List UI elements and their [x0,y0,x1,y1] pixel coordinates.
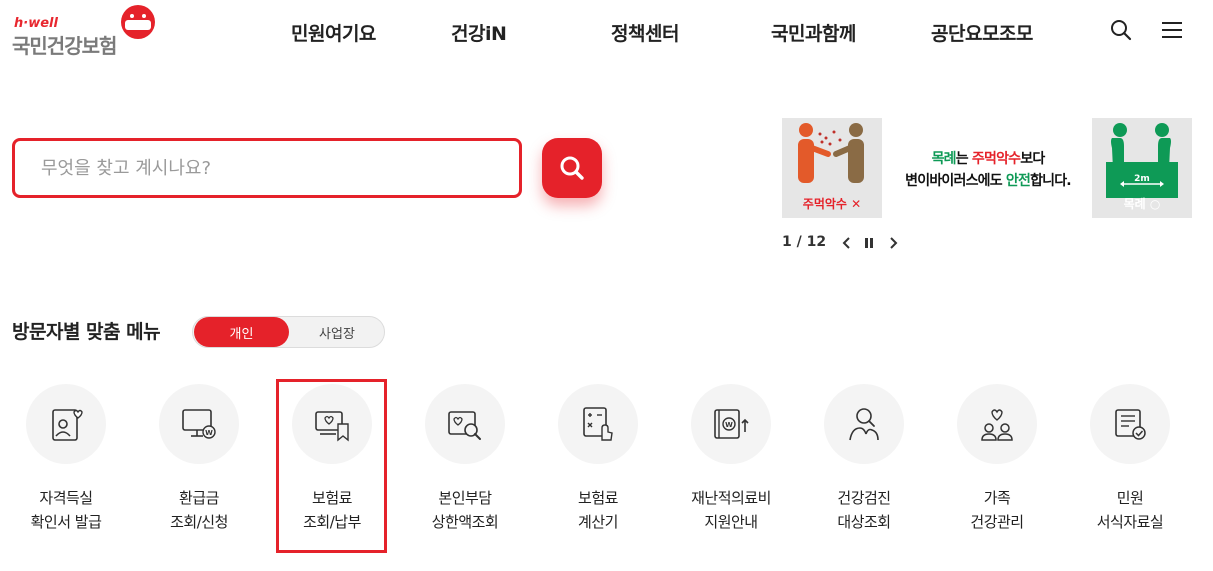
banner-fist-bump-image: 주먹악수 ✕ [782,118,882,218]
person-search-icon [849,408,879,441]
banner-word-safe: 안전 [1005,173,1031,189]
mascot-icon [121,5,155,39]
search-input[interactable] [15,141,519,195]
service-catastrophic-medical[interactable]: W 재난적의료비지원안내 [665,384,797,544]
service-copay-limit[interactable]: 본인부담상한액조회 [399,384,531,544]
service-label-line2: 대상조회 [837,513,891,531]
service-label: 건강검진대상조회 [798,486,930,534]
section-title: 방문자별 맞춤 메뉴 [12,321,161,343]
nav-item-minwon[interactable]: 민원여기요 [291,19,376,46]
audience-toggle: 개인 사업장 [192,316,385,348]
service-label-line1: 민원 [1116,489,1144,507]
service-label-line1: 가족 [983,489,1011,507]
service-label-line1: 본인부담 [438,489,492,507]
fist-bump-icon [798,123,864,183]
service-label: 환급금조회/신청 [133,486,265,534]
service-label: 재난적의료비지원안내 [665,486,797,534]
book-won-icon: W [714,409,749,439]
service-label-line1: 자격득실 [39,489,93,507]
banner-right-caption: 목례 ○ [1123,197,1161,211]
service-label-line2: 상한액조회 [431,513,499,531]
banner-text-part: 보다 [1020,151,1045,167]
bow-icon: 2m [1106,123,1178,198]
nav-item-about[interactable]: 공단요모조모 [931,19,1033,46]
service-label-line1: 건강검진 [837,489,891,507]
service-label: 자격득실확인서 발급 [0,486,132,534]
banner-word-fist: 주먹악수 [971,151,1021,167]
calculator-icon [583,407,613,441]
campaign-banner[interactable]: 주먹악수 ✕ 목례는 주먹악수보다 변이바이러스에도 안전합니다. 2m 목례 … [782,118,1192,218]
logo-main-text: 국민건강보험 [12,34,117,58]
service-label-line1: 보험료 [578,489,618,507]
service-icon-bg [957,384,1037,464]
nav-item-health-in[interactable]: 건강iN [451,19,507,46]
service-qualification-certificate[interactable]: 자격득실확인서 발급 [0,384,132,544]
toggle-business[interactable]: 사업장 [289,317,385,347]
svg-text:W: W [725,421,733,429]
banner-message: 목례는 주먹악수보다 변이바이러스에도 안전합니다. [886,148,1090,192]
distance-label: 2m [1134,174,1150,184]
service-forms-library[interactable]: 민원서식자료실 [1064,384,1196,544]
document-check-icon [1115,409,1146,440]
service-icon-bg: W [691,384,771,464]
service-label-line1: 재난적의료비 [691,489,771,507]
service-label-line2: 계산기 [578,513,618,531]
service-label-line2: 서식자료실 [1096,513,1164,531]
banner-text-part: 는 [955,151,972,167]
service-icon-bg [26,384,106,464]
chevron-right-icon[interactable] [886,236,900,250]
nav-item-with-citizens[interactable]: 국민과함께 [771,19,856,46]
service-premium-calculator[interactable]: 보험료계산기 [532,384,664,544]
family-heart-icon [981,409,1013,441]
service-icon-bg: W [159,384,239,464]
service-label: 본인부담상한액조회 [399,486,531,534]
toggle-individual[interactable]: 개인 [194,317,289,347]
service-label-line1: 환급금 [179,489,219,507]
service-label-line2: 확인서 발급 [30,513,102,531]
hamburger-menu-icon[interactable] [1160,18,1184,42]
service-label-line2: 조회/신청 [170,513,228,531]
banner-left-caption: 주먹악수 ✕ [802,197,862,211]
logo-hwell-text: h·well [14,16,58,31]
id-card-icon [52,409,83,441]
service-health-checkup[interactable]: 건강검진대상조회 [798,384,930,544]
service-label-line2: 지원안내 [704,513,758,531]
banner-text-part: 변이바이러스에도 [905,173,1006,189]
service-icon-bg [1090,384,1170,464]
search-icon [560,156,584,180]
nav-item-policy-center[interactable]: 정책센터 [611,19,679,46]
heart-search-icon [448,411,481,440]
banner-text-part: 합니다. [1030,173,1072,189]
service-label: 가족건강관리 [931,486,1063,534]
banner-word-bow: 목례 [931,151,957,167]
service-label-line2: 건강관리 [970,513,1024,531]
search-button[interactable] [542,138,602,198]
pause-icon[interactable] [862,236,876,250]
selection-highlight-box [276,379,387,553]
service-label: 민원서식자료실 [1064,486,1196,534]
banner-pager-count: 1 / 12 [782,234,827,250]
search-icon[interactable] [1109,18,1133,42]
service-icon-bg [425,384,505,464]
banner-bow-image: 2m 목례 ○ [1092,118,1192,218]
monitor-won-icon: W [182,409,216,439]
site-logo[interactable]: h·well 국민건강보험 [12,4,162,58]
service-family-health[interactable]: 가족건강관리 [931,384,1063,544]
svg-text:W: W [205,429,213,437]
service-label: 보험료계산기 [532,486,664,534]
service-icon-bg [824,384,904,464]
service-icon-bg [558,384,638,464]
service-refund[interactable]: W 환급금조회/신청 [133,384,265,544]
search-box [12,138,522,198]
chevron-left-icon[interactable] [840,236,854,250]
